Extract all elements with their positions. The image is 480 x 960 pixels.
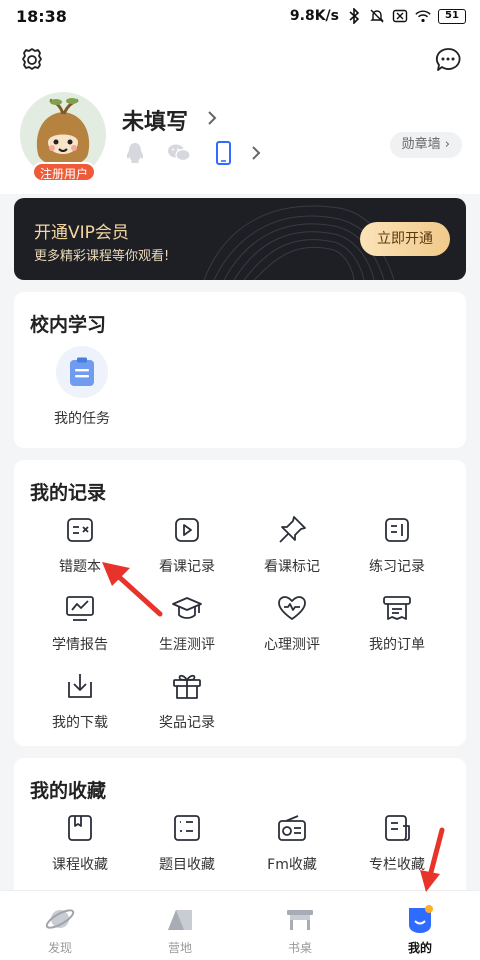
nav-mine[interactable]: 我的 bbox=[360, 891, 480, 960]
column-doc-icon bbox=[385, 815, 410, 841]
grid-label: 看课记录 bbox=[159, 559, 215, 575]
user-type-badge: 注册用户 bbox=[32, 162, 96, 182]
nav-label: 书桌 bbox=[287, 941, 312, 955]
social-bindings bbox=[122, 140, 262, 166]
my-orders-item[interactable]: 我的订单 bbox=[345, 592, 449, 654]
sim-off-icon bbox=[392, 8, 408, 24]
grid-label: 题目收藏 bbox=[159, 857, 215, 873]
battery-icon: 51 bbox=[438, 8, 466, 24]
career-assessment-item[interactable]: 生涯测评 bbox=[135, 592, 239, 654]
grid-label: 奖品记录 bbox=[159, 715, 215, 731]
bluetooth-icon bbox=[346, 8, 362, 24]
practice-icon bbox=[385, 518, 409, 542]
chevron-right-icon[interactable] bbox=[250, 145, 262, 161]
graduation-cap-icon bbox=[172, 597, 202, 619]
nav-camp[interactable]: 营地 bbox=[120, 891, 240, 960]
watch-marks-item[interactable]: 看课标记 bbox=[240, 514, 344, 576]
status-bar: 18:38 9.8K/s 51 bbox=[0, 0, 480, 34]
nav-label: 发现 bbox=[47, 941, 72, 955]
mute-bell-icon bbox=[369, 8, 385, 24]
section-title: 我的收藏 bbox=[30, 780, 107, 802]
course-bookmark-icon bbox=[68, 815, 92, 841]
grid-label: 专栏收藏 bbox=[369, 857, 425, 873]
grid-label: 我的订单 bbox=[369, 637, 425, 653]
grid-label: 我的任务 bbox=[54, 411, 110, 427]
nav-desk[interactable]: 书桌 bbox=[240, 891, 360, 960]
wrong-book-icon bbox=[67, 518, 93, 542]
open-vip-button[interactable]: 立即开通 bbox=[360, 222, 450, 256]
question-list-icon bbox=[174, 815, 200, 841]
nav-label: 营地 bbox=[167, 941, 192, 955]
medal-wall-button[interactable]: 勋章墙 › bbox=[389, 132, 462, 158]
fm-favorites-item[interactable]: Fm收藏 bbox=[240, 812, 344, 874]
question-favorites-item[interactable]: 题目收藏 bbox=[135, 812, 239, 874]
download-icon bbox=[68, 674, 92, 698]
desk-icon bbox=[287, 910, 313, 930]
radio-icon bbox=[278, 815, 306, 841]
gear-icon[interactable] bbox=[18, 46, 46, 74]
my-records-card: 我的记录 错题本 看课记录 看课标记 练习记录 学情报告 生涯测评 心理测评 我… bbox=[14, 460, 466, 746]
avatar[interactable]: 注册用户 bbox=[20, 92, 106, 182]
video-play-icon bbox=[175, 518, 199, 542]
grid-label: Fm收藏 bbox=[267, 857, 317, 873]
chevron-right-icon: › bbox=[440, 137, 450, 152]
medal-wall-label: 勋章墙 bbox=[401, 137, 441, 152]
my-downloads-item[interactable]: 我的下载 bbox=[28, 670, 132, 732]
grid-label: 练习记录 bbox=[369, 559, 425, 575]
my-favorites-card: 我的收藏 课程收藏 题目收藏 Fm收藏 专栏收藏 bbox=[14, 758, 466, 898]
grid-label: 错题本 bbox=[59, 559, 101, 575]
report-chart-icon bbox=[66, 596, 94, 621]
clipboard-icon bbox=[56, 346, 108, 398]
planet-icon bbox=[45, 909, 75, 929]
psych-assessment-item[interactable]: 心理测评 bbox=[240, 592, 344, 654]
status-time: 18:38 bbox=[16, 7, 67, 26]
campus-learning-card: 校内学习 我的任务 bbox=[14, 292, 466, 448]
gift-icon bbox=[173, 674, 201, 699]
pin-icon bbox=[279, 516, 306, 543]
username[interactable]: 未填写 bbox=[122, 104, 188, 136]
net-speed: 9.8K/s bbox=[289, 8, 339, 24]
profile-mascot-icon bbox=[409, 905, 433, 933]
phone-icon[interactable] bbox=[210, 140, 236, 166]
bottom-nav: 发现 营地 书桌 我的 bbox=[0, 890, 480, 960]
nav-discover[interactable]: 发现 bbox=[0, 891, 120, 960]
prize-records-item[interactable]: 奖品记录 bbox=[135, 670, 239, 732]
heart-pulse-icon bbox=[278, 596, 306, 620]
profile-header: 注册用户 未填写 勋章墙 › bbox=[0, 34, 480, 194]
grid-label: 我的下载 bbox=[52, 715, 108, 731]
my-tasks-item[interactable]: 我的任务 bbox=[30, 346, 134, 428]
wifi-icon bbox=[415, 8, 431, 24]
wechat-icon[interactable] bbox=[166, 140, 192, 166]
vip-title: 开通VIP会员 bbox=[34, 223, 129, 243]
grid-label: 课程收藏 bbox=[52, 857, 108, 873]
vip-subtitle: 更多精彩课程等你观看! bbox=[34, 249, 170, 264]
grid-label: 心理测评 bbox=[264, 637, 320, 653]
chat-bubble-icon[interactable] bbox=[434, 46, 462, 74]
learning-report-item[interactable]: 学情报告 bbox=[28, 592, 132, 654]
section-title: 我的记录 bbox=[30, 482, 107, 504]
column-favorites-item[interactable]: 专栏收藏 bbox=[345, 812, 449, 874]
chevron-right-icon[interactable] bbox=[206, 110, 218, 126]
tent-icon bbox=[168, 910, 192, 930]
qq-icon[interactable] bbox=[122, 140, 148, 166]
grid-label: 看课标记 bbox=[264, 559, 320, 575]
section-title: 校内学习 bbox=[30, 314, 107, 336]
course-favorites-item[interactable]: 课程收藏 bbox=[28, 812, 132, 874]
watch-history-item[interactable]: 看课记录 bbox=[135, 514, 239, 576]
receipt-icon bbox=[383, 596, 411, 620]
wrong-book-item[interactable]: 错题本 bbox=[28, 514, 132, 576]
practice-history-item[interactable]: 练习记录 bbox=[345, 514, 449, 576]
grid-label: 生涯测评 bbox=[159, 637, 215, 653]
grid-label: 学情报告 bbox=[52, 637, 108, 653]
nav-label: 我的 bbox=[407, 941, 432, 955]
status-icons: 9.8K/s 51 bbox=[290, 8, 466, 24]
vip-banner[interactable]: 开通VIP会员 更多精彩课程等你观看! 立即开通 bbox=[14, 198, 466, 280]
